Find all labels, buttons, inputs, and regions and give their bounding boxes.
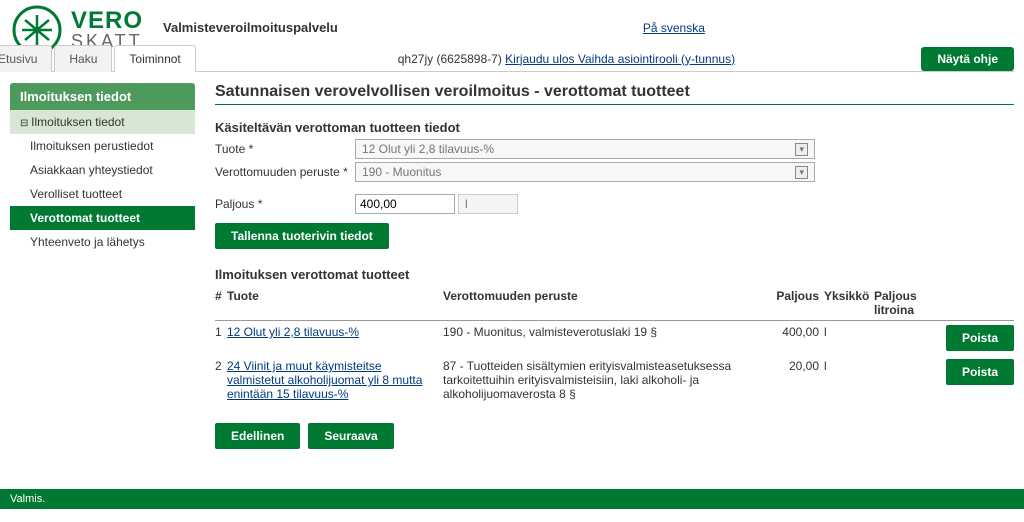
row-basis: 87 - Tuotteiden sisältymien erityisvalmi…: [443, 359, 774, 401]
previous-button[interactable]: Edellinen: [215, 423, 300, 449]
chevron-down-icon: ▾: [795, 166, 808, 179]
select-basis-value: 190 - Muonitus: [362, 165, 441, 179]
next-button[interactable]: Seuraava: [308, 423, 393, 449]
main-tabs: Etusivu Haku Toiminnot: [0, 45, 198, 72]
col-amount: Paljous: [774, 289, 824, 317]
input-amount[interactable]: [355, 194, 455, 214]
col-unit: Yksikkö: [824, 289, 874, 317]
row-basis: 190 - Muonitus, valmisteverotuslaki 19 §: [443, 325, 774, 339]
user-info: qh27jy (6625898-7) Kirjaudu ulos Vaihda …: [398, 52, 735, 66]
tab-etusivu[interactable]: Etusivu: [0, 45, 52, 72]
table-title: Ilmoituksen verottomat tuotteet: [215, 267, 1014, 282]
col-basis: Verottomuuden peruste: [443, 289, 774, 317]
table-row: 2 24 Viinit ja muut käymisteitse valmist…: [215, 355, 1014, 405]
change-role-link[interactable]: Vaihda asiointirooli (y-tunnus): [575, 52, 736, 66]
sidebar-item-yhteenveto[interactable]: Yhteenveto ja lähetys: [10, 230, 195, 254]
sidebar: Ilmoituksen tiedot Ilmoituksen tiedot Il…: [10, 83, 195, 449]
select-product-value: 12 Olut yli 2,8 tilavuus-%: [362, 142, 494, 156]
service-title: Valmisteveroilmoituspalvelu: [163, 20, 338, 35]
status-bar: Valmis.: [0, 489, 1024, 509]
status-text: Valmis.: [10, 493, 45, 505]
product-link[interactable]: 24 Viinit ja muut käymisteitse valmistet…: [227, 359, 422, 401]
sidebar-item-verolliset[interactable]: Verolliset tuotteet: [10, 182, 195, 206]
col-num: #: [215, 289, 227, 317]
user-id: qh27jy (6625898-7): [398, 52, 505, 66]
label-amount: Paljous *: [215, 197, 355, 211]
language-link[interactable]: På svenska: [643, 21, 705, 35]
delete-button[interactable]: Poista: [946, 325, 1014, 351]
tab-toiminnot[interactable]: Toiminnot: [114, 45, 195, 72]
select-basis[interactable]: 190 - Muonitus ▾: [355, 162, 815, 182]
show-help-button[interactable]: Näytä ohje: [921, 47, 1014, 71]
unit-display: l: [458, 194, 518, 214]
sidebar-item-perustiedot[interactable]: Ilmoituksen perustiedot: [10, 134, 195, 158]
row-amount: 20,00: [774, 359, 824, 373]
sidebar-header: Ilmoituksen tiedot: [10, 83, 195, 110]
page-title: Satunnaisen verovelvollisen veroilmoitus…: [215, 83, 1014, 105]
row-amount: 400,00: [774, 325, 824, 339]
products-table: # Tuote Verottomuuden peruste Paljous Yk…: [215, 286, 1014, 405]
row-num: 2: [215, 359, 227, 373]
save-button[interactable]: Tallenna tuoterivin tiedot: [215, 223, 389, 249]
col-product: Tuote: [227, 289, 443, 317]
section-title: Käsiteltävän verottoman tuotteen tiedot: [215, 120, 1014, 135]
row-unit: l: [824, 325, 874, 339]
label-basis: Verottomuuden peruste *: [215, 165, 355, 179]
sidebar-item-verottomat[interactable]: Verottomat tuotteet: [10, 206, 195, 230]
row-unit: l: [824, 359, 874, 373]
logo-text-top: VERO: [71, 10, 143, 33]
product-link[interactable]: 12 Olut yli 2,8 tilavuus-%: [227, 325, 359, 339]
label-product: Tuote *: [215, 142, 355, 156]
row-num: 1: [215, 325, 227, 339]
col-liters: Paljous litroina: [874, 289, 924, 317]
sidebar-group[interactable]: Ilmoituksen tiedot: [10, 110, 195, 134]
tab-haku[interactable]: Haku: [54, 45, 112, 72]
delete-button[interactable]: Poista: [946, 359, 1014, 385]
select-product[interactable]: 12 Olut yli 2,8 tilavuus-% ▾: [355, 139, 815, 159]
logout-link[interactable]: Kirjaudu ulos: [505, 52, 574, 66]
chevron-down-icon: ▾: [795, 143, 808, 156]
table-row: 1 12 Olut yli 2,8 tilavuus-% 190 - Muoni…: [215, 321, 1014, 355]
sidebar-item-yhteystiedot[interactable]: Asiakkaan yhteystiedot: [10, 158, 195, 182]
